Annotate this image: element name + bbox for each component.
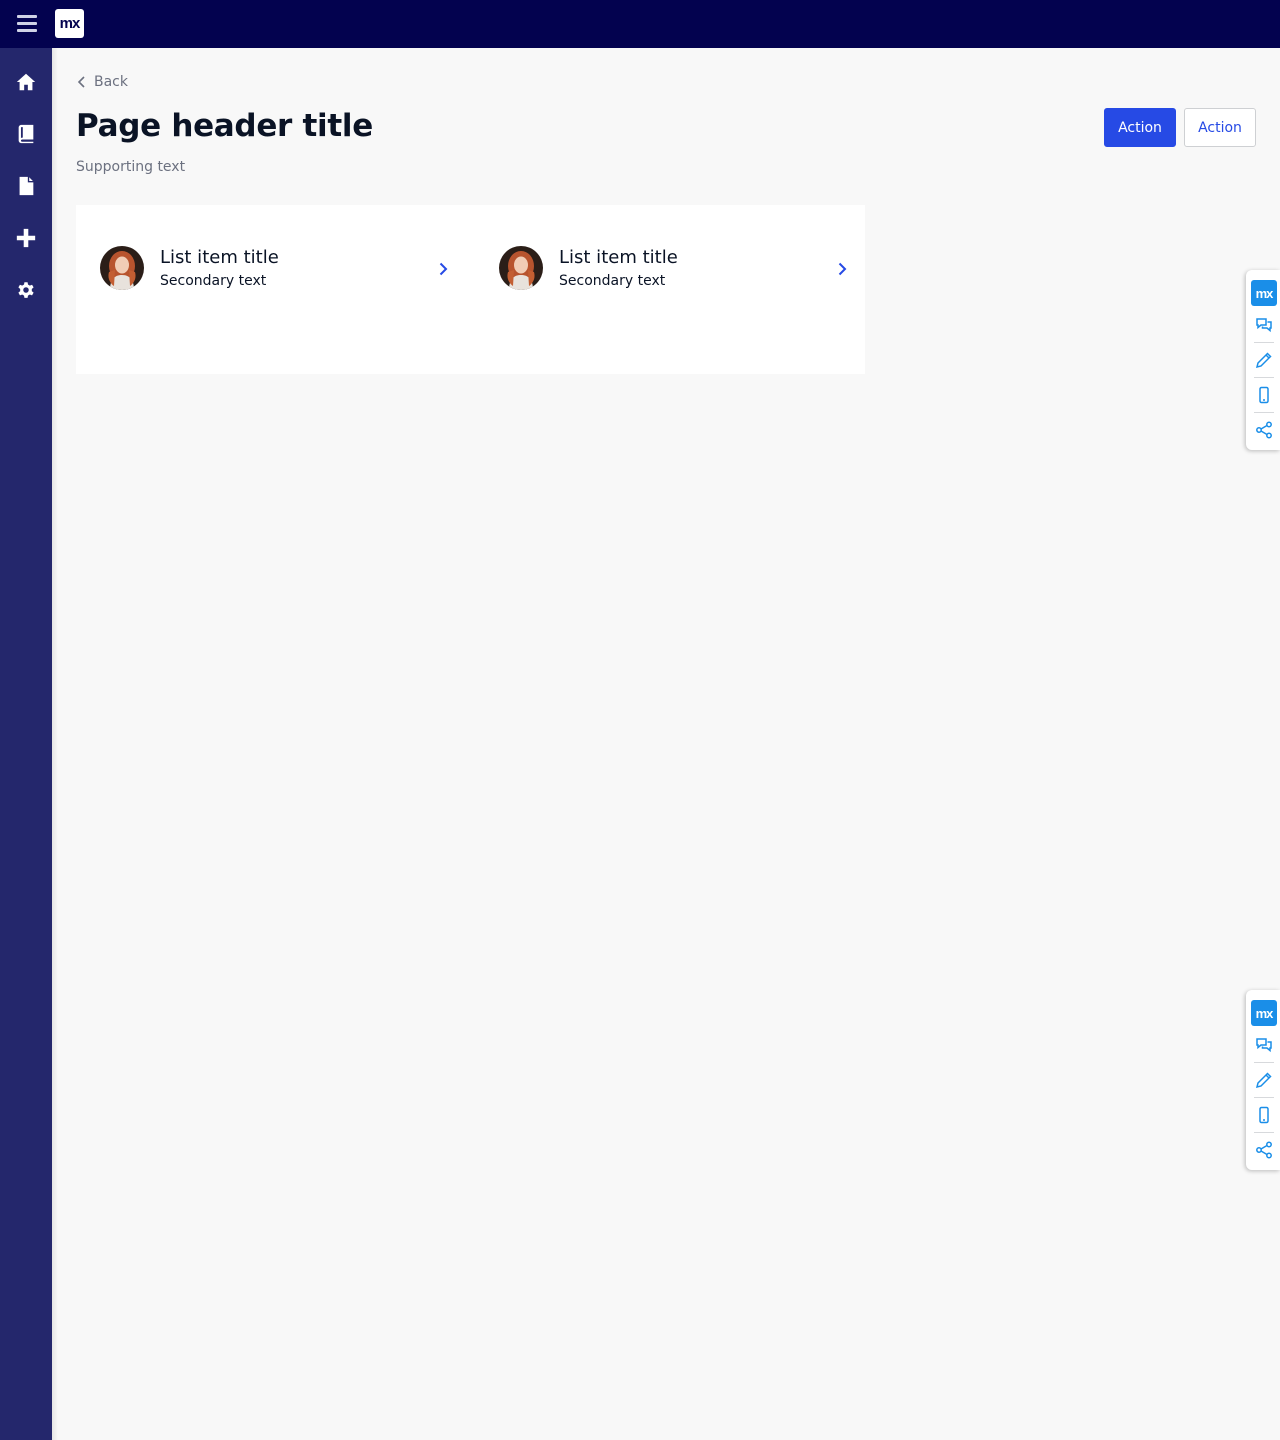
supporting-text: Supporting text bbox=[76, 159, 186, 175]
home-icon bbox=[16, 73, 36, 91]
mobile-icon bbox=[1259, 1106, 1269, 1124]
sidebar-item-home[interactable] bbox=[0, 56, 52, 108]
list-item-title: List item title bbox=[160, 247, 279, 268]
share-icon bbox=[1256, 1141, 1272, 1159]
mobile-preview-button[interactable] bbox=[1251, 381, 1277, 409]
list-card: List item title Secondary text List item… bbox=[76, 205, 865, 374]
list-item[interactable]: List item title Secondary text bbox=[499, 235, 859, 301]
divider bbox=[1254, 1132, 1274, 1133]
edit-icon bbox=[1255, 352, 1272, 369]
page-title: Page header title bbox=[76, 108, 373, 144]
mobile-preview-button[interactable] bbox=[1251, 1101, 1277, 1129]
sidebar-item-book[interactable] bbox=[0, 108, 52, 160]
sidebar-item-settings[interactable] bbox=[0, 264, 52, 316]
mendix-widget-logo[interactable]: mx bbox=[1251, 280, 1277, 306]
back-label: Back bbox=[94, 74, 128, 90]
divider bbox=[1254, 1097, 1274, 1098]
gear-icon bbox=[18, 282, 34, 298]
chevron-right-icon bbox=[835, 261, 849, 276]
primary-action-button[interactable]: Action bbox=[1104, 108, 1176, 147]
mendix-logo[interactable]: mx bbox=[55, 9, 84, 38]
mendix-widget-logo[interactable]: mx bbox=[1251, 1000, 1277, 1026]
share-button[interactable] bbox=[1251, 1136, 1277, 1164]
divider bbox=[1254, 412, 1274, 413]
plus-icon bbox=[16, 228, 36, 248]
top-bar: mx bbox=[0, 0, 1280, 48]
secondary-action-button[interactable]: Action bbox=[1184, 108, 1256, 147]
edit-icon bbox=[1255, 1072, 1272, 1089]
avatar bbox=[499, 246, 543, 290]
chevron-right-icon bbox=[436, 261, 450, 276]
sidebar-item-document[interactable] bbox=[0, 160, 52, 212]
divider bbox=[1254, 1062, 1274, 1063]
back-link[interactable]: Back bbox=[76, 72, 128, 92]
edit-button[interactable] bbox=[1251, 1066, 1277, 1094]
list-item[interactable]: List item title Secondary text bbox=[100, 235, 460, 301]
sidebar-item-add[interactable] bbox=[0, 212, 52, 264]
avatar bbox=[100, 246, 144, 290]
chevron-left-icon bbox=[77, 76, 85, 88]
list-item-secondary-text: Secondary text bbox=[559, 273, 666, 289]
edit-button[interactable] bbox=[1251, 346, 1277, 374]
mendix-feedback-widget: mx bbox=[1246, 270, 1280, 450]
divider bbox=[1254, 377, 1274, 378]
feedback-button[interactable] bbox=[1251, 1031, 1277, 1059]
list-item-title: List item title bbox=[559, 247, 678, 268]
mobile-icon bbox=[1259, 386, 1269, 404]
share-button[interactable] bbox=[1251, 416, 1277, 444]
feedback-icon bbox=[1256, 318, 1272, 333]
book-icon bbox=[18, 124, 34, 144]
mendix-feedback-widget: mx bbox=[1246, 990, 1280, 1170]
sidebar bbox=[0, 48, 58, 1440]
feedback-icon bbox=[1256, 1038, 1272, 1053]
share-icon bbox=[1256, 421, 1272, 439]
feedback-button[interactable] bbox=[1251, 311, 1277, 339]
list-item-secondary-text: Secondary text bbox=[160, 273, 267, 289]
hamburger-menu-icon[interactable] bbox=[14, 12, 40, 36]
divider bbox=[1254, 342, 1274, 343]
file-icon bbox=[19, 176, 34, 196]
